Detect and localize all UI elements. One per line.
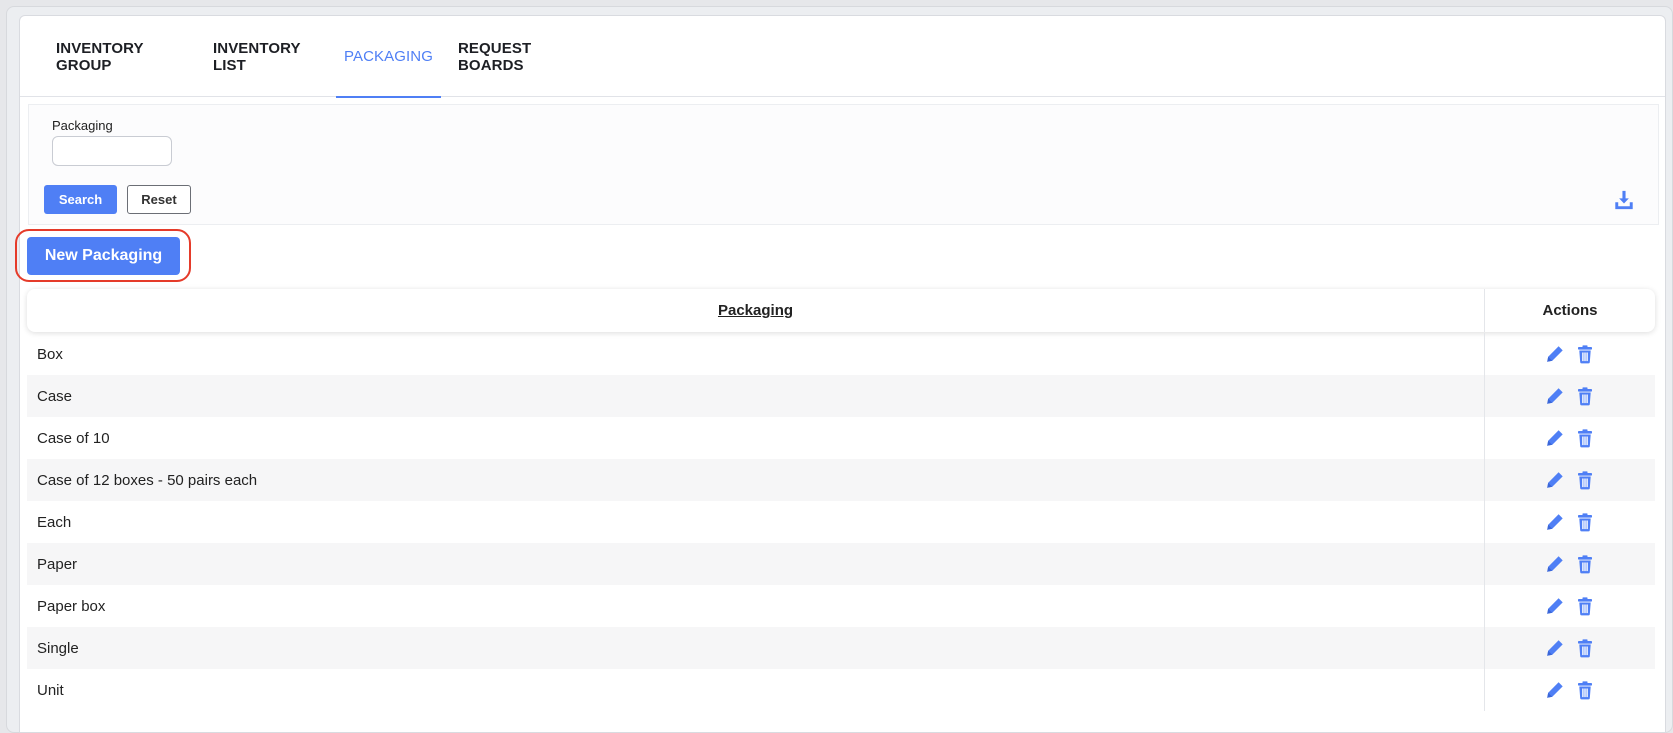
table-row: Paper xyxy=(27,543,1655,585)
packaging-filter-input[interactable] xyxy=(52,136,172,166)
table-header: Packaging Actions xyxy=(27,289,1655,332)
pencil-icon[interactable] xyxy=(1545,638,1565,658)
column-header-actions: Actions xyxy=(1484,289,1655,332)
trash-icon[interactable] xyxy=(1575,554,1595,574)
pencil-icon[interactable] xyxy=(1545,344,1565,364)
row-actions xyxy=(1484,543,1655,585)
row-actions xyxy=(1484,375,1655,417)
trash-icon[interactable] xyxy=(1575,428,1595,448)
column-header-packaging[interactable]: Packaging xyxy=(27,289,1484,332)
trash-icon[interactable] xyxy=(1575,386,1595,406)
table-row: Case of 10 xyxy=(27,417,1655,459)
pencil-icon[interactable] xyxy=(1545,386,1565,406)
pencil-icon[interactable] xyxy=(1545,470,1565,490)
packaging-name-cell: Case of 12 boxes - 50 pairs each xyxy=(37,471,258,489)
tab-packaging[interactable]: PACKAGING xyxy=(336,16,441,98)
table-row: Unit xyxy=(27,669,1655,711)
table-row: Each xyxy=(27,501,1655,543)
packaging-name-cell: Paper xyxy=(37,555,78,573)
trash-icon[interactable] xyxy=(1575,596,1595,616)
pencil-icon[interactable] xyxy=(1545,428,1565,448)
filter-box: Packaging Search Reset xyxy=(28,104,1659,225)
pencil-icon[interactable] xyxy=(1545,680,1565,700)
trash-icon[interactable] xyxy=(1575,680,1595,700)
packaging-name-cell: Unit xyxy=(37,681,64,699)
row-actions xyxy=(1484,333,1655,375)
trash-icon[interactable] xyxy=(1575,638,1595,658)
table-body: Box Case Case of 10 Case of 12 boxes - 50 p… xyxy=(27,333,1655,711)
table-row: Paper box xyxy=(27,585,1655,627)
packaging-filter-label: Packaging xyxy=(52,118,113,133)
packaging-name-cell: Paper box xyxy=(37,597,106,615)
packaging-name-cell: Box xyxy=(37,345,63,363)
trash-icon[interactable] xyxy=(1575,470,1595,490)
row-actions xyxy=(1484,585,1655,627)
download-icon[interactable] xyxy=(1613,189,1635,211)
row-actions xyxy=(1484,669,1655,711)
tab-bar: INVENTORY GROUP INVENTORY LIST PACKAGING… xyxy=(20,16,1665,98)
row-actions xyxy=(1484,627,1655,669)
new-packaging-button[interactable]: New Packaging xyxy=(27,237,180,275)
packaging-name-cell: Single xyxy=(37,639,79,657)
pencil-icon[interactable] xyxy=(1545,512,1565,532)
tab-inventory-list[interactable]: INVENTORY LIST xyxy=(213,16,317,97)
pencil-icon[interactable] xyxy=(1545,596,1565,616)
packaging-name-cell: Each xyxy=(37,513,72,531)
packaging-name-cell: Case xyxy=(37,387,73,405)
row-actions xyxy=(1484,501,1655,543)
trash-icon[interactable] xyxy=(1575,344,1595,364)
table-row: Case of 12 boxes - 50 pairs each xyxy=(27,459,1655,501)
packaging-name-cell: Case of 10 xyxy=(37,429,110,447)
table-row: Box xyxy=(27,333,1655,375)
tab-request-boards[interactable]: REQUEST BOARDS xyxy=(458,16,577,97)
search-button[interactable]: Search xyxy=(44,185,117,214)
table-row: Single xyxy=(27,627,1655,669)
row-actions xyxy=(1484,459,1655,501)
pencil-icon[interactable] xyxy=(1545,554,1565,574)
reset-button[interactable]: Reset xyxy=(127,185,191,214)
tab-inventory-group[interactable]: INVENTORY GROUP xyxy=(56,16,179,97)
trash-icon[interactable] xyxy=(1575,512,1595,532)
row-actions xyxy=(1484,417,1655,459)
table-row: Case xyxy=(27,375,1655,417)
